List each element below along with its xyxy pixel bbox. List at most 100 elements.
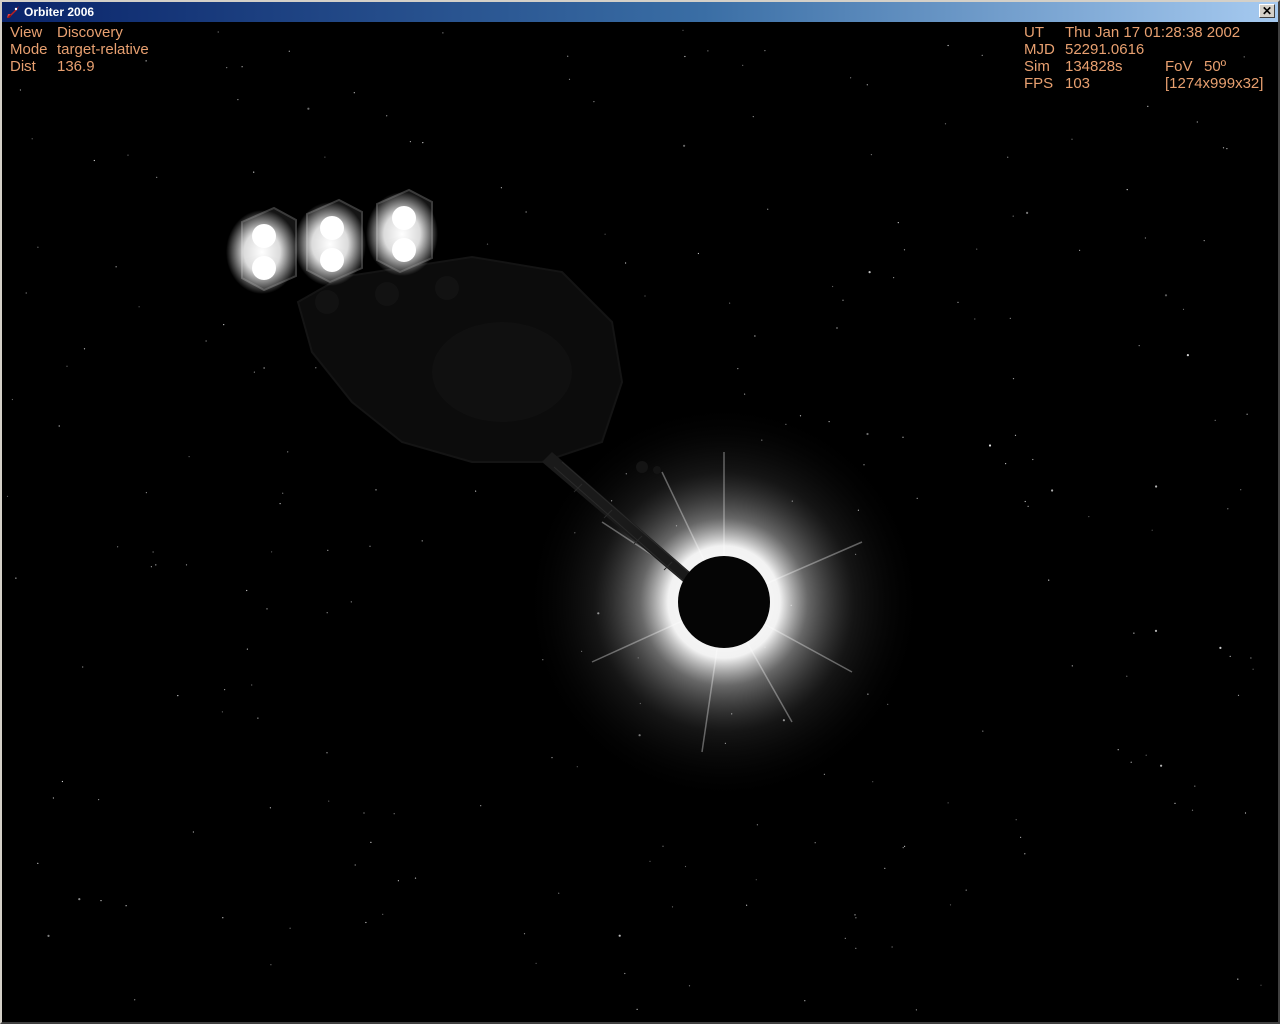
star (1154, 629, 1158, 633)
star (855, 947, 857, 949)
star (414, 877, 417, 879)
star (253, 171, 255, 173)
star (866, 432, 869, 436)
star (1130, 761, 1132, 763)
star (422, 142, 424, 144)
star (828, 421, 830, 423)
star (965, 889, 967, 891)
star (893, 277, 895, 279)
star (949, 904, 952, 906)
star (523, 933, 526, 935)
star (1194, 785, 1196, 787)
star (251, 684, 253, 686)
star (1164, 294, 1168, 297)
star (754, 335, 756, 337)
star (872, 781, 874, 783)
star (1155, 485, 1158, 488)
star (25, 292, 27, 294)
star (1117, 749, 1119, 751)
star (221, 711, 223, 713)
close-button[interactable]: ✕ (1259, 4, 1275, 18)
star (115, 266, 117, 268)
star (1182, 308, 1185, 310)
star (370, 841, 372, 844)
star (155, 564, 157, 566)
star (442, 32, 444, 34)
star (138, 306, 140, 308)
hud-mode-label: Mode (10, 41, 48, 58)
title-bar[interactable]: Orbiter 2006 ✕ (2, 2, 1278, 22)
star (15, 577, 17, 579)
star (205, 340, 207, 342)
star (11, 398, 13, 401)
star (1007, 156, 1009, 158)
star (1024, 853, 1026, 855)
star (363, 812, 365, 814)
star (83, 348, 86, 350)
star (683, 144, 686, 147)
star (1079, 249, 1081, 251)
star (382, 913, 384, 915)
star (1088, 516, 1090, 518)
star (1138, 345, 1140, 347)
star (192, 831, 194, 833)
star (752, 116, 754, 118)
star (644, 295, 646, 297)
star (729, 302, 731, 304)
star (1203, 240, 1205, 242)
star (353, 92, 355, 94)
star (117, 546, 119, 548)
star (671, 906, 674, 908)
star (1147, 105, 1149, 107)
star (974, 318, 976, 320)
star (288, 50, 290, 52)
close-icon: ✕ (1261, 4, 1273, 18)
star (1240, 489, 1242, 491)
star (222, 917, 224, 919)
star (1005, 463, 1007, 465)
command-sphere (678, 556, 770, 648)
render-viewport[interactable]: View Discovery Mode target-relative Dist 13… (2, 22, 1278, 1022)
star (625, 262, 627, 264)
star (1012, 215, 1014, 217)
star (52, 797, 55, 799)
star (1219, 646, 1222, 650)
star (636, 1008, 638, 1011)
star (1174, 802, 1176, 804)
star (324, 156, 326, 158)
star (1024, 500, 1026, 503)
star (1026, 211, 1029, 214)
star (1126, 675, 1128, 677)
hud-resolution-value: [1274x999x32] (1165, 75, 1264, 92)
hud-fps-label: FPS (1024, 75, 1054, 92)
hud-view-label: View (10, 24, 43, 41)
star (746, 904, 748, 906)
star (78, 898, 81, 901)
star (237, 99, 239, 101)
star (150, 566, 152, 568)
star (327, 549, 329, 551)
star (957, 301, 959, 303)
star (188, 456, 190, 458)
star (1160, 764, 1163, 767)
star (1048, 579, 1050, 581)
star (287, 451, 289, 453)
star (223, 324, 225, 326)
star (982, 730, 984, 732)
star (61, 780, 64, 783)
star (1237, 694, 1240, 696)
star (326, 752, 328, 754)
star (535, 962, 537, 965)
star (903, 249, 906, 251)
star (855, 917, 857, 919)
engine-light (366, 188, 438, 276)
star (891, 946, 893, 948)
star (263, 367, 265, 369)
star (375, 489, 377, 491)
hud-camera-info: View Discovery Mode target-relative Dist 13… (10, 24, 149, 75)
hud-mode-value: target-relative (57, 41, 149, 58)
orbiter-rocket-icon (7, 6, 19, 18)
star (1027, 505, 1029, 507)
star (662, 845, 664, 847)
star (1032, 458, 1034, 461)
